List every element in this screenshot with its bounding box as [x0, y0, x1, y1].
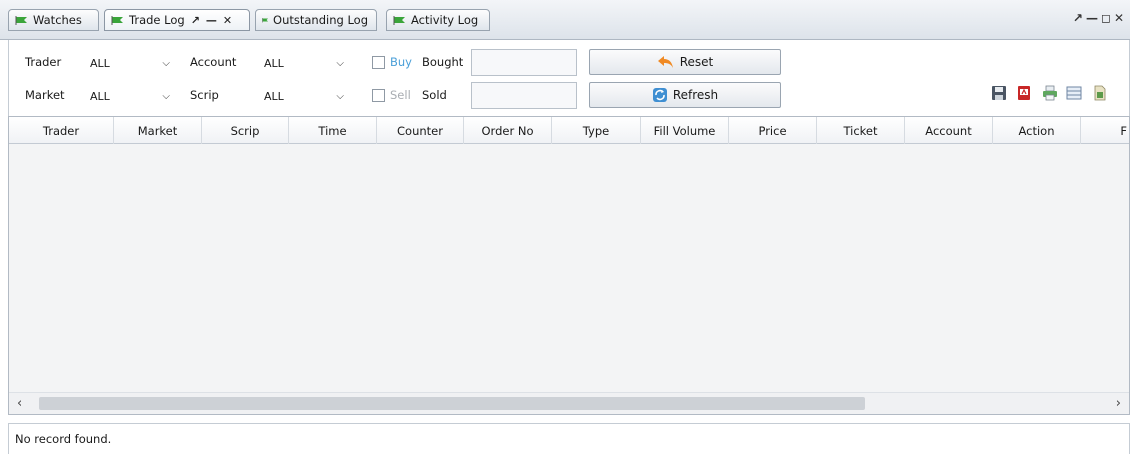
- account-select[interactable]: ALL ⌵: [261, 52, 349, 74]
- export-icon[interactable]: [1092, 85, 1108, 101]
- grid-header: Trader Market Scrip Time Counter Order N…: [9, 117, 1129, 144]
- sell-label: Sell: [390, 88, 411, 102]
- tab-outstanding-log[interactable]: Outstanding Log: [255, 9, 377, 31]
- chevron-down-icon: ⌵: [336, 90, 344, 102]
- print-icon[interactable]: [1042, 85, 1058, 101]
- trader-value: ALL: [90, 56, 110, 70]
- tab-label: Outstanding Log: [273, 13, 368, 27]
- scrip-value: ALL: [264, 89, 284, 103]
- bought-input[interactable]: [471, 49, 577, 76]
- flag-icon: [15, 16, 27, 25]
- close-icon[interactable]: ✕: [1114, 11, 1124, 25]
- status-bar: No record found.: [8, 423, 1130, 454]
- column-header-time[interactable]: Time: [289, 117, 377, 144]
- column-header-account[interactable]: Account: [905, 117, 993, 144]
- column-header-ticket[interactable]: Ticket: [817, 117, 905, 144]
- buy-checkbox[interactable]: [372, 56, 385, 69]
- flag-icon: [393, 16, 405, 25]
- bought-label: Bought: [422, 55, 464, 69]
- scroll-right-icon[interactable]: ›: [1116, 396, 1121, 411]
- refresh-label: Refresh: [672, 88, 719, 102]
- market-label: Market: [25, 88, 65, 102]
- refresh-button[interactable]: Refresh: [589, 82, 781, 108]
- reset-button[interactable]: Reset: [589, 49, 781, 75]
- scrollbar-thumb[interactable]: [39, 397, 865, 410]
- minimize-icon[interactable]: —: [1086, 11, 1098, 25]
- columns-icon[interactable]: [1066, 85, 1082, 101]
- reset-label: Reset: [679, 55, 714, 69]
- pdf-icon[interactable]: [1016, 85, 1032, 101]
- undo-arrow-icon: [657, 56, 673, 68]
- flag-icon: [262, 17, 269, 23]
- column-header-counter[interactable]: Counter: [377, 117, 464, 144]
- sold-input[interactable]: [471, 82, 577, 109]
- sold-label: Sold: [422, 88, 447, 102]
- flag-icon: [111, 16, 123, 25]
- minimize-icon[interactable]: —: [206, 14, 217, 27]
- tab-label: Watches: [33, 13, 82, 27]
- tab-label: Activity Log: [411, 13, 479, 27]
- status-text: No record found.: [15, 432, 112, 446]
- grid-body: [9, 144, 1129, 393]
- column-header-order-no[interactable]: Order No: [464, 117, 552, 144]
- column-header-truncated[interactable]: F: [1081, 117, 1129, 144]
- trader-select[interactable]: ALL ⌵: [87, 52, 175, 74]
- column-header-type[interactable]: Type: [552, 117, 641, 144]
- save-icon[interactable]: [991, 85, 1007, 101]
- column-header-fill-volume[interactable]: Fill Volume: [641, 117, 729, 144]
- tab-label: Trade Log: [129, 13, 185, 27]
- sell-checkbox[interactable]: [372, 89, 385, 102]
- tab-activity-log[interactable]: Activity Log: [386, 9, 490, 31]
- horizontal-scrollbar[interactable]: ‹ ›: [9, 392, 1129, 414]
- account-value: ALL: [264, 56, 284, 70]
- tab-bar: Watches Trade Log ↗ — ✕ Outstanding Log …: [0, 0, 1130, 40]
- trader-label: Trader: [25, 55, 62, 69]
- scrip-label: Scrip: [190, 88, 219, 102]
- column-header-trader[interactable]: Trader: [9, 117, 114, 144]
- maximize-icon[interactable]: ◻: [1101, 11, 1111, 25]
- column-header-market[interactable]: Market: [114, 117, 202, 144]
- pin-icon[interactable]: ↗: [1073, 11, 1083, 25]
- chevron-down-icon: ⌵: [336, 57, 344, 69]
- market-select[interactable]: ALL ⌵: [87, 85, 175, 107]
- chevron-down-icon: ⌵: [162, 57, 170, 69]
- scrip-select[interactable]: ALL ⌵: [261, 85, 349, 107]
- account-label: Account: [190, 55, 237, 69]
- filter-panel: Trader ALL ⌵ Market ALL ⌵ Account ALL ⌵ …: [8, 40, 1130, 118]
- pin-icon[interactable]: ↗: [191, 14, 200, 27]
- trade-log-window: Watches Trade Log ↗ — ✕ Outstanding Log …: [0, 0, 1130, 454]
- column-header-action[interactable]: Action: [993, 117, 1081, 144]
- column-header-scrip[interactable]: Scrip: [202, 117, 289, 144]
- trade-log-grid: Trader Market Scrip Time Counter Order N…: [8, 116, 1130, 415]
- buy-label: Buy: [390, 55, 412, 69]
- close-icon[interactable]: ✕: [223, 14, 232, 27]
- column-header-price[interactable]: Price: [729, 117, 817, 144]
- market-value: ALL: [90, 89, 110, 103]
- scroll-left-icon[interactable]: ‹: [17, 396, 22, 411]
- tab-watches[interactable]: Watches: [8, 9, 99, 31]
- chevron-down-icon: ⌵: [162, 90, 170, 102]
- tab-trade-log[interactable]: Trade Log ↗ — ✕: [104, 9, 250, 31]
- window-controls: ↗ — ◻ ✕: [1073, 11, 1124, 25]
- refresh-icon: [652, 88, 667, 102]
